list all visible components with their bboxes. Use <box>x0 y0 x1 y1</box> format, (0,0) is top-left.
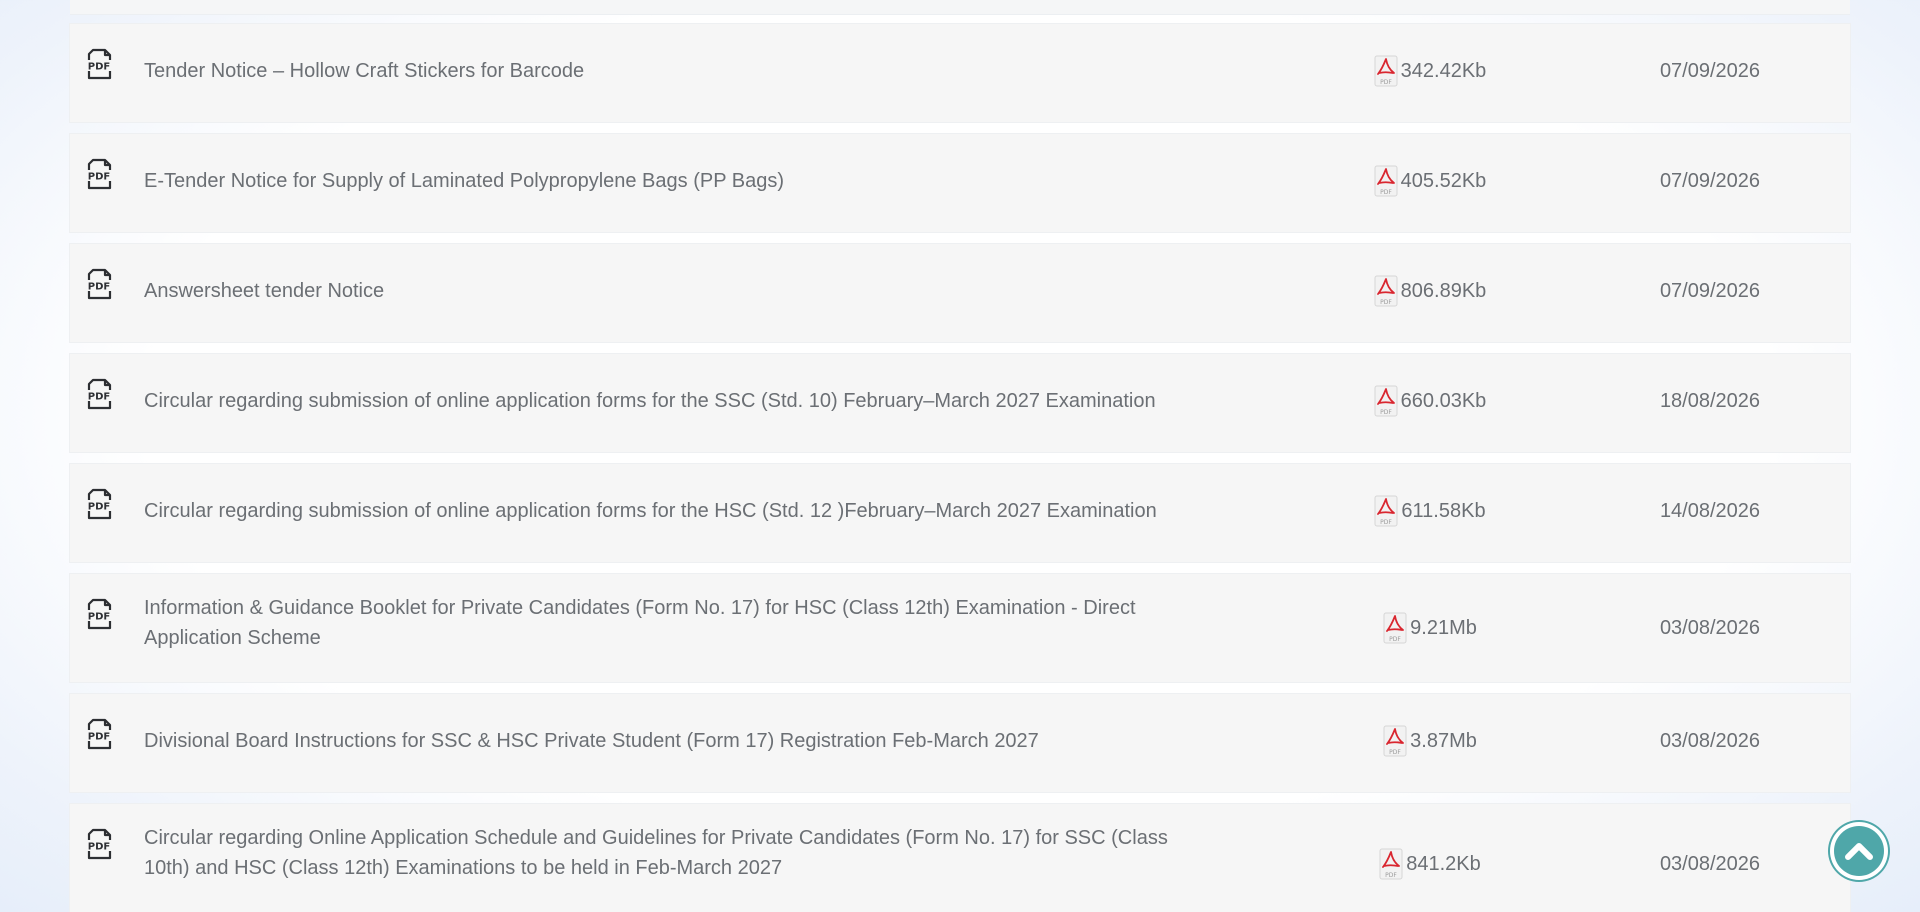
pdf-document-icon: PDF <box>86 158 112 190</box>
pdf-document-icon: PDF <box>86 828 112 860</box>
svg-text:PDF: PDF <box>88 502 110 513</box>
document-size-text: 806.89Kb <box>1400 280 1487 302</box>
scroll-to-top-button[interactable] <box>1830 822 1888 880</box>
document-row[interactable]: PDF Information & Guidance Booklet for P… <box>70 574 1850 682</box>
document-row[interactable]: PDF Divisional Board Instructions for SS… <box>70 694 1850 792</box>
document-row[interactable]: PDF Tender Notice – Hollow Craft Sticker… <box>70 24 1850 122</box>
document-size-text: 660.03Kb <box>1400 390 1487 412</box>
scroll-to-top-circle <box>1834 826 1884 876</box>
document-title-link[interactable]: Divisional Board Instructions for SSC & … <box>144 726 1214 756</box>
document-size: PDF 806.89Kb <box>1340 275 1520 307</box>
svg-text:PDF: PDF <box>1389 749 1401 756</box>
document-size: PDF 3.87Mb <box>1340 725 1520 757</box>
document-row[interactable]: PDF Circular regarding Online Applicatio… <box>70 804 1850 912</box>
document-date: 07/09/2026 <box>1659 60 1761 82</box>
svg-text:PDF: PDF <box>1380 299 1392 306</box>
svg-text:PDF: PDF <box>1385 872 1397 879</box>
svg-text:PDF: PDF <box>88 732 110 743</box>
document-size: PDF 841.2Kb <box>1340 848 1520 880</box>
svg-text:PDF: PDF <box>1380 189 1392 196</box>
document-row[interactable]: PDF Answersheet tender Notice PDF 806.89… <box>70 244 1850 342</box>
pdf-document-icon: PDF <box>86 378 112 410</box>
svg-text:PDF: PDF <box>1380 409 1392 416</box>
document-row[interactable]: PDF E-Tender Notice for Supply of Lamina… <box>70 134 1850 232</box>
document-list-page: PDF Tender Notice – Hollow Craft Sticker… <box>0 0 1920 912</box>
svg-text:PDF: PDF <box>88 62 110 73</box>
document-date: 03/08/2026 <box>1659 853 1761 875</box>
acrobat-pdf-icon: PDF <box>1383 612 1407 644</box>
previous-row-edge <box>70 0 1850 15</box>
document-date: 03/08/2026 <box>1659 617 1761 639</box>
document-size: PDF 611.58Kb <box>1340 495 1520 527</box>
pdf-document-icon: PDF <box>86 718 112 750</box>
svg-text:PDF: PDF <box>88 282 110 293</box>
acrobat-pdf-icon: PDF <box>1374 55 1398 87</box>
document-date: 18/08/2026 <box>1659 390 1761 412</box>
document-title-link[interactable]: Circular regarding submission of online … <box>144 496 1214 526</box>
document-date: 07/09/2026 <box>1659 170 1761 192</box>
document-title-link[interactable]: Tender Notice – Hollow Craft Stickers fo… <box>144 56 1214 86</box>
document-row[interactable]: PDF Circular regarding submission of onl… <box>70 464 1850 562</box>
pdf-document-icon: PDF <box>86 48 112 80</box>
svg-text:PDF: PDF <box>88 612 110 623</box>
document-date: 14/08/2026 <box>1659 500 1761 522</box>
document-size-text: 841.2Kb <box>1406 853 1481 875</box>
pdf-document-icon: PDF <box>86 488 112 520</box>
acrobat-pdf-icon: PDF <box>1383 725 1407 757</box>
document-size-text: 611.58Kb <box>1401 500 1486 522</box>
document-title-link[interactable]: E-Tender Notice for Supply of Laminated … <box>144 166 1214 196</box>
document-size-text: 3.87Mb <box>1410 730 1477 752</box>
svg-text:PDF: PDF <box>88 392 110 403</box>
document-size-text: 342.42Kb <box>1400 60 1487 82</box>
document-size-text: 405.52Kb <box>1400 170 1487 192</box>
pdf-document-icon: PDF <box>86 598 112 630</box>
svg-text:PDF: PDF <box>1389 636 1401 643</box>
acrobat-pdf-icon: PDF <box>1379 848 1403 880</box>
document-title-link[interactable]: Answersheet tender Notice <box>144 276 1214 306</box>
document-size: PDF 342.42Kb <box>1340 55 1520 87</box>
acrobat-pdf-icon: PDF <box>1374 165 1398 197</box>
chevron-up-icon <box>1845 843 1873 860</box>
document-date: 07/09/2026 <box>1659 280 1761 302</box>
document-row[interactable]: PDF Circular regarding submission of onl… <box>70 354 1850 452</box>
acrobat-pdf-icon: PDF <box>1374 275 1398 307</box>
document-size: PDF 9.21Mb <box>1340 612 1520 644</box>
svg-text:PDF: PDF <box>88 842 110 853</box>
document-size: PDF 660.03Kb <box>1340 385 1520 417</box>
acrobat-pdf-icon: PDF <box>1374 495 1398 527</box>
document-date: 03/08/2026 <box>1659 730 1761 752</box>
svg-text:PDF: PDF <box>88 172 110 183</box>
acrobat-pdf-icon: PDF <box>1374 385 1398 417</box>
svg-text:PDF: PDF <box>1381 519 1393 526</box>
document-size-text: 9.21Mb <box>1410 617 1477 639</box>
svg-text:PDF: PDF <box>1380 79 1392 86</box>
document-title-link[interactable]: Circular regarding submission of online … <box>144 386 1214 416</box>
document-title-link[interactable]: Information & Guidance Booklet for Priva… <box>144 593 1214 653</box>
pdf-document-icon: PDF <box>86 268 112 300</box>
document-size: PDF 405.52Kb <box>1340 165 1520 197</box>
document-title-link[interactable]: Circular regarding Online Application Sc… <box>144 823 1214 883</box>
